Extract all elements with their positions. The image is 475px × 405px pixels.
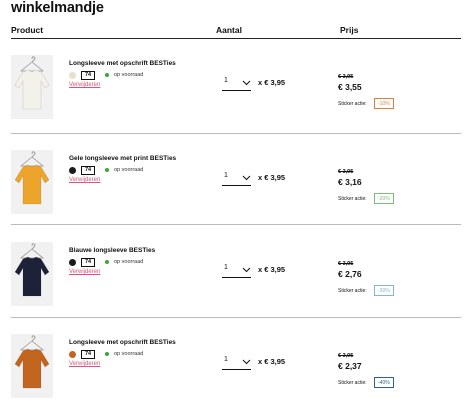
header-divider bbox=[11, 38, 461, 39]
unit-price: x € 3,95 bbox=[258, 78, 286, 87]
product-meta: 74 op voorraad bbox=[69, 70, 143, 80]
remove-link[interactable]: Verwijderen bbox=[69, 269, 100, 275]
discount-badge: -30% bbox=[374, 285, 394, 296]
product-name: Blauwe longsleeve BESTies bbox=[69, 247, 156, 254]
unit-price: x € 3,95 bbox=[258, 173, 286, 182]
product-name: Longsleeve met opschrift BESTies bbox=[69, 60, 176, 67]
discount-badge: -20% bbox=[374, 193, 394, 204]
discount-badge: -40% bbox=[374, 377, 394, 388]
product-meta: 74 op voorraad bbox=[69, 257, 143, 267]
original-price: € 3,95 bbox=[338, 353, 354, 359]
stock-status: op voorraad bbox=[114, 259, 144, 265]
discounted-price: € 2,76 bbox=[338, 269, 362, 279]
quantity-select[interactable]: 1 bbox=[222, 264, 251, 278]
stock-status-dot-icon bbox=[105, 73, 109, 77]
chevron-down-icon bbox=[242, 359, 251, 365]
stock-status-dot-icon bbox=[105, 260, 109, 264]
product-name: Gele longsleeve met print BESTies bbox=[69, 155, 177, 162]
color-swatch bbox=[69, 71, 76, 79]
row-divider bbox=[11, 133, 461, 134]
page-title: winkelmandje bbox=[11, 0, 104, 16]
cart-item: Longsleeve met opschrift BESTies 74 op voo… bbox=[11, 55, 461, 135]
stock-status: op voorraad bbox=[114, 351, 144, 357]
quantity-value: 1 bbox=[224, 356, 228, 363]
product-name: Longsleeve met opschrift BESTies bbox=[69, 339, 176, 346]
color-swatch bbox=[69, 258, 76, 266]
chevron-down-icon bbox=[242, 175, 251, 181]
product-image[interactable] bbox=[11, 150, 53, 214]
remove-link[interactable]: Verwijderen bbox=[69, 177, 100, 183]
size-badge: 74 bbox=[81, 165, 95, 175]
stock-status: op voorraad bbox=[114, 167, 144, 173]
quantity-value: 1 bbox=[224, 172, 228, 179]
size-badge: 74 bbox=[81, 70, 95, 80]
sticker-label: Sticker actie: bbox=[338, 380, 367, 386]
sticker-label: Sticker actie: bbox=[338, 288, 367, 294]
column-header-product: Product bbox=[11, 25, 44, 35]
quantity-select[interactable]: 1 bbox=[222, 356, 251, 370]
product-image[interactable] bbox=[11, 334, 53, 398]
row-divider bbox=[11, 224, 461, 225]
original-price: € 3,95 bbox=[338, 74, 354, 80]
column-header-quantity: Aantal bbox=[216, 25, 242, 35]
sticker-label: Sticker actie: bbox=[338, 196, 367, 202]
row-divider bbox=[11, 317, 461, 318]
stock-status-dot-icon bbox=[105, 168, 109, 172]
color-swatch bbox=[69, 166, 76, 174]
discounted-price: € 3,16 bbox=[338, 177, 362, 187]
unit-price: x € 3,95 bbox=[258, 265, 286, 274]
cart-item: Blauwe longsleeve BESTies 74 op voorraad Ve… bbox=[11, 242, 461, 322]
cart-item: Longsleeve met opschrift BESTies 74 op voo… bbox=[11, 334, 461, 405]
quantity-value: 1 bbox=[224, 77, 228, 84]
column-header-price: Prijs bbox=[340, 25, 359, 35]
stock-status: op voorraad bbox=[114, 72, 144, 78]
quantity-select[interactable]: 1 bbox=[222, 77, 251, 91]
sticker-label: Sticker actie: bbox=[338, 101, 367, 107]
product-meta: 74 op voorraad bbox=[69, 165, 143, 175]
discount-badge: -10% bbox=[374, 98, 394, 109]
remove-link[interactable]: Verwijderen bbox=[69, 82, 100, 88]
product-meta: 74 op voorraad bbox=[69, 349, 143, 359]
discounted-price: € 3,55 bbox=[338, 82, 362, 92]
original-price: € 3,95 bbox=[338, 169, 354, 175]
size-badge: 74 bbox=[81, 349, 95, 359]
chevron-down-icon bbox=[242, 80, 251, 86]
chevron-down-icon bbox=[242, 267, 251, 273]
size-badge: 74 bbox=[81, 257, 95, 267]
original-price: € 3,95 bbox=[338, 261, 354, 267]
color-swatch bbox=[69, 350, 76, 358]
product-image[interactable] bbox=[11, 242, 53, 306]
quantity-value: 1 bbox=[224, 264, 228, 271]
product-image[interactable] bbox=[11, 55, 53, 119]
unit-price: x € 3,95 bbox=[258, 357, 286, 366]
stock-status-dot-icon bbox=[105, 352, 109, 356]
cart-item: Gele longsleeve met print BESTies 74 op vo… bbox=[11, 150, 461, 230]
remove-link[interactable]: Verwijderen bbox=[69, 361, 100, 367]
discounted-price: € 2,37 bbox=[338, 361, 362, 371]
quantity-select[interactable]: 1 bbox=[222, 172, 251, 186]
